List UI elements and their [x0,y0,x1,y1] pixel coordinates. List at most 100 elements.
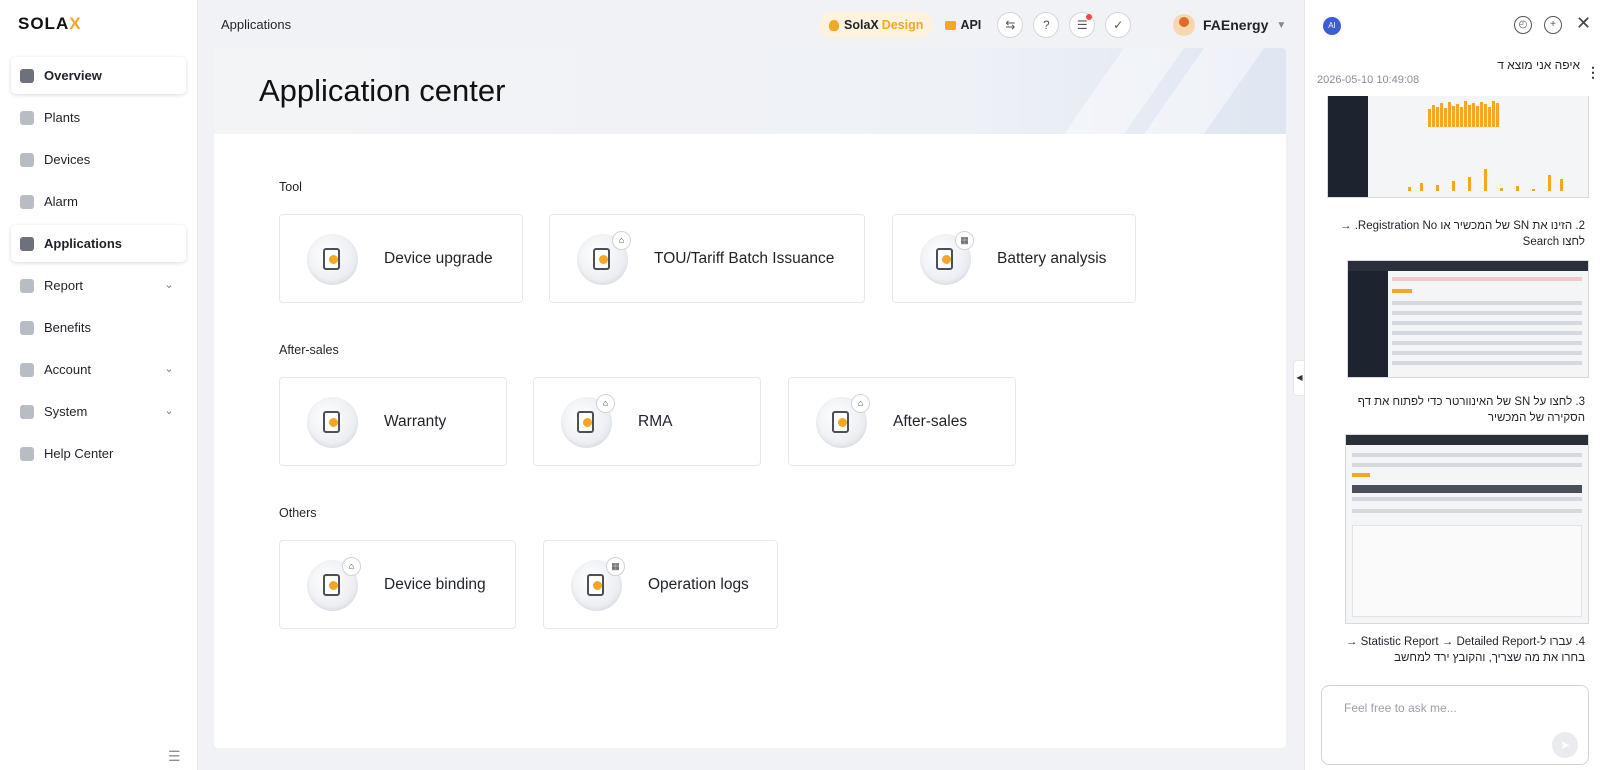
app-card-warranty[interactable]: Warranty [279,377,507,466]
help-icon[interactable]: ? [1033,12,1060,38]
sidebar-item-label: Benefits [44,320,91,335]
application-center-panel: Application center Tool Device upgrade ⌂… [214,48,1286,748]
sidebar-nav: Overview Plants Devices Alarm Applicatio… [11,57,186,477]
solax-design-button[interactable]: SolaX Design [819,12,934,38]
send-icon[interactable]: ➤ [1552,732,1578,758]
page-title: Application center [259,73,506,108]
step-text: לחצו על SN של האינוורטר כדי לפתוח את דף … [1357,396,1585,424]
history-icon[interactable]: ◴ [1514,16,1532,34]
chevron-down-icon[interactable]: ⌄ [162,404,176,418]
applications-icon [20,236,34,251]
new-chat-icon[interactable]: + [1544,16,1562,34]
sidebar-item-overview[interactable]: Overview [11,57,186,94]
messages-icon[interactable]: ☰ [1069,12,1096,38]
sidebar-item-account[interactable]: Account ⌄ [11,351,186,388]
app-card-after-sales[interactable]: ⌂ After-sales [788,377,1016,466]
screenshot-row [1392,301,1582,305]
screenshot-bars [1408,157,1563,191]
devices-icon [20,152,34,167]
app-card-label: Device binding [384,576,486,593]
sidebar-item-label: Overview [44,68,102,83]
device-upgrade-icon [307,234,358,285]
app-card-label: TOU/Tariff Batch Issuance [654,250,835,267]
avatar [1173,14,1195,36]
screenshot-sidebar [1328,96,1368,197]
sidebar-item-label: Plants [44,110,81,125]
app-card-rma[interactable]: ⌂ RMA [533,377,761,466]
screenshot-row [1352,497,1582,501]
step-number: 2. [1575,220,1585,232]
building-badge-icon: ▦ [606,557,625,576]
section-title-after-sales: After-sales [279,343,339,357]
app-card-label: After-sales [893,413,968,430]
chat-messages[interactable]: 2. הזינו את SN של המכשיר או Registration… [1305,96,1600,670]
app-card-label: Device upgrade [384,250,493,267]
app-card-device-binding[interactable]: ⌂ Device binding [279,540,516,629]
help-center-icon [20,446,34,461]
sidebar-item-label: Account [44,362,91,377]
more-options-icon[interactable]: ⋮ [1586,64,1600,81]
screenshot-row [1392,341,1582,345]
user-name: FAEnergy [1203,17,1269,33]
sidebar-item-plants[interactable]: Plants [11,99,186,136]
app-card-battery-analysis[interactable]: ▦ Battery analysis [892,214,1136,303]
screenshot-row [1392,311,1582,315]
sidebar-item-label: Help Center [44,446,114,461]
building-badge-icon: ▦ [955,231,974,250]
home-badge-icon: ⌂ [342,557,361,576]
sidebar-item-report[interactable]: Report ⌄ [11,267,186,304]
screenshot-row [1352,463,1582,467]
screenshot-diagram [1352,525,1582,617]
screenshot-row [1352,485,1582,493]
app-card-operation-logs[interactable]: ▦ Operation logs [543,540,778,629]
app-card-label: Operation logs [648,576,749,593]
chevron-down-icon[interactable]: ⌄ [162,278,176,292]
section-title-tool: Tool [279,180,302,194]
chat-input-placeholder: Feel free to ask me... [1344,701,1457,715]
sidebar-item-applications[interactable]: Applications [11,225,186,262]
app-card-device-upgrade[interactable]: Device upgrade [279,214,523,303]
home-badge-icon: ⌂ [851,394,870,413]
sidebar-item-alarm[interactable]: Alarm [11,183,186,220]
sidebar-item-system[interactable]: System ⌄ [11,393,186,430]
screenshot-row [1392,361,1582,365]
user-menu[interactable]: FAEnergy ▼ [1173,12,1286,38]
chat-input-box[interactable]: Feel free to ask me... ➤ [1321,685,1589,765]
section-title-others: Others [279,506,317,520]
app-card-label: Warranty [384,413,447,430]
logo-text: SOLA [18,14,70,33]
close-icon[interactable]: ✕ [1576,13,1591,34]
conversation-title: איפה אני מוצא ד [1497,58,1580,72]
design-suffix: Design [881,18,924,32]
app-card-tou-tariff[interactable]: ⌂ TOU/Tariff Batch Issuance [549,214,865,303]
chat-step-2: 2. הזינו את SN של המכשיר או Registration… [1329,218,1585,250]
sidebar-item-help-center[interactable]: Help Center [11,435,186,472]
home-badge-icon: ⌂ [612,231,631,250]
bot-avatar: AI [1323,17,1341,35]
screenshot-sidebar [1348,261,1388,377]
app-card-label: Battery analysis [997,250,1107,267]
screenshot-row [1392,321,1582,325]
logo-x: X [69,14,82,33]
system-icon [20,404,34,419]
step-text: הזינו את SN של המכשיר או Registration No… [1340,220,1585,248]
screenshot-bars [1428,97,1499,127]
solax-logo[interactable]: SOLAX [18,14,82,34]
screenshot-row [1352,473,1370,477]
step-text: עברו ל-Statistic Report → Detailed Repor… [1345,636,1585,664]
sidebar-item-devices[interactable]: Devices [11,141,186,178]
report-icon [20,278,34,293]
api-button[interactable]: API [941,12,985,38]
chevron-down-icon[interactable]: ⌄ [162,362,176,376]
switch-icon[interactable]: ⇆ [997,12,1024,38]
ai-chat-panel: AI ◴ + ✕ איפה אני מוצא ד 2026-05-10 10:4… [1304,0,1600,770]
alarm-icon [20,194,34,209]
collapse-sidebar-icon[interactable]: ☰ [168,748,181,765]
caret-down-icon: ▼ [1276,19,1287,31]
conversation-date: 2026-05-10 10:49:08 [1317,74,1420,86]
sidebar-item-benefits[interactable]: Benefits [11,309,186,346]
ai-assistant-icon[interactable]: ✓ [1105,12,1132,38]
breadcrumb: Applications [221,17,292,32]
screenshot-header [1346,435,1588,445]
header-actions: SolaX Design API ⇆ ? ☰ ✓ [819,12,1141,38]
